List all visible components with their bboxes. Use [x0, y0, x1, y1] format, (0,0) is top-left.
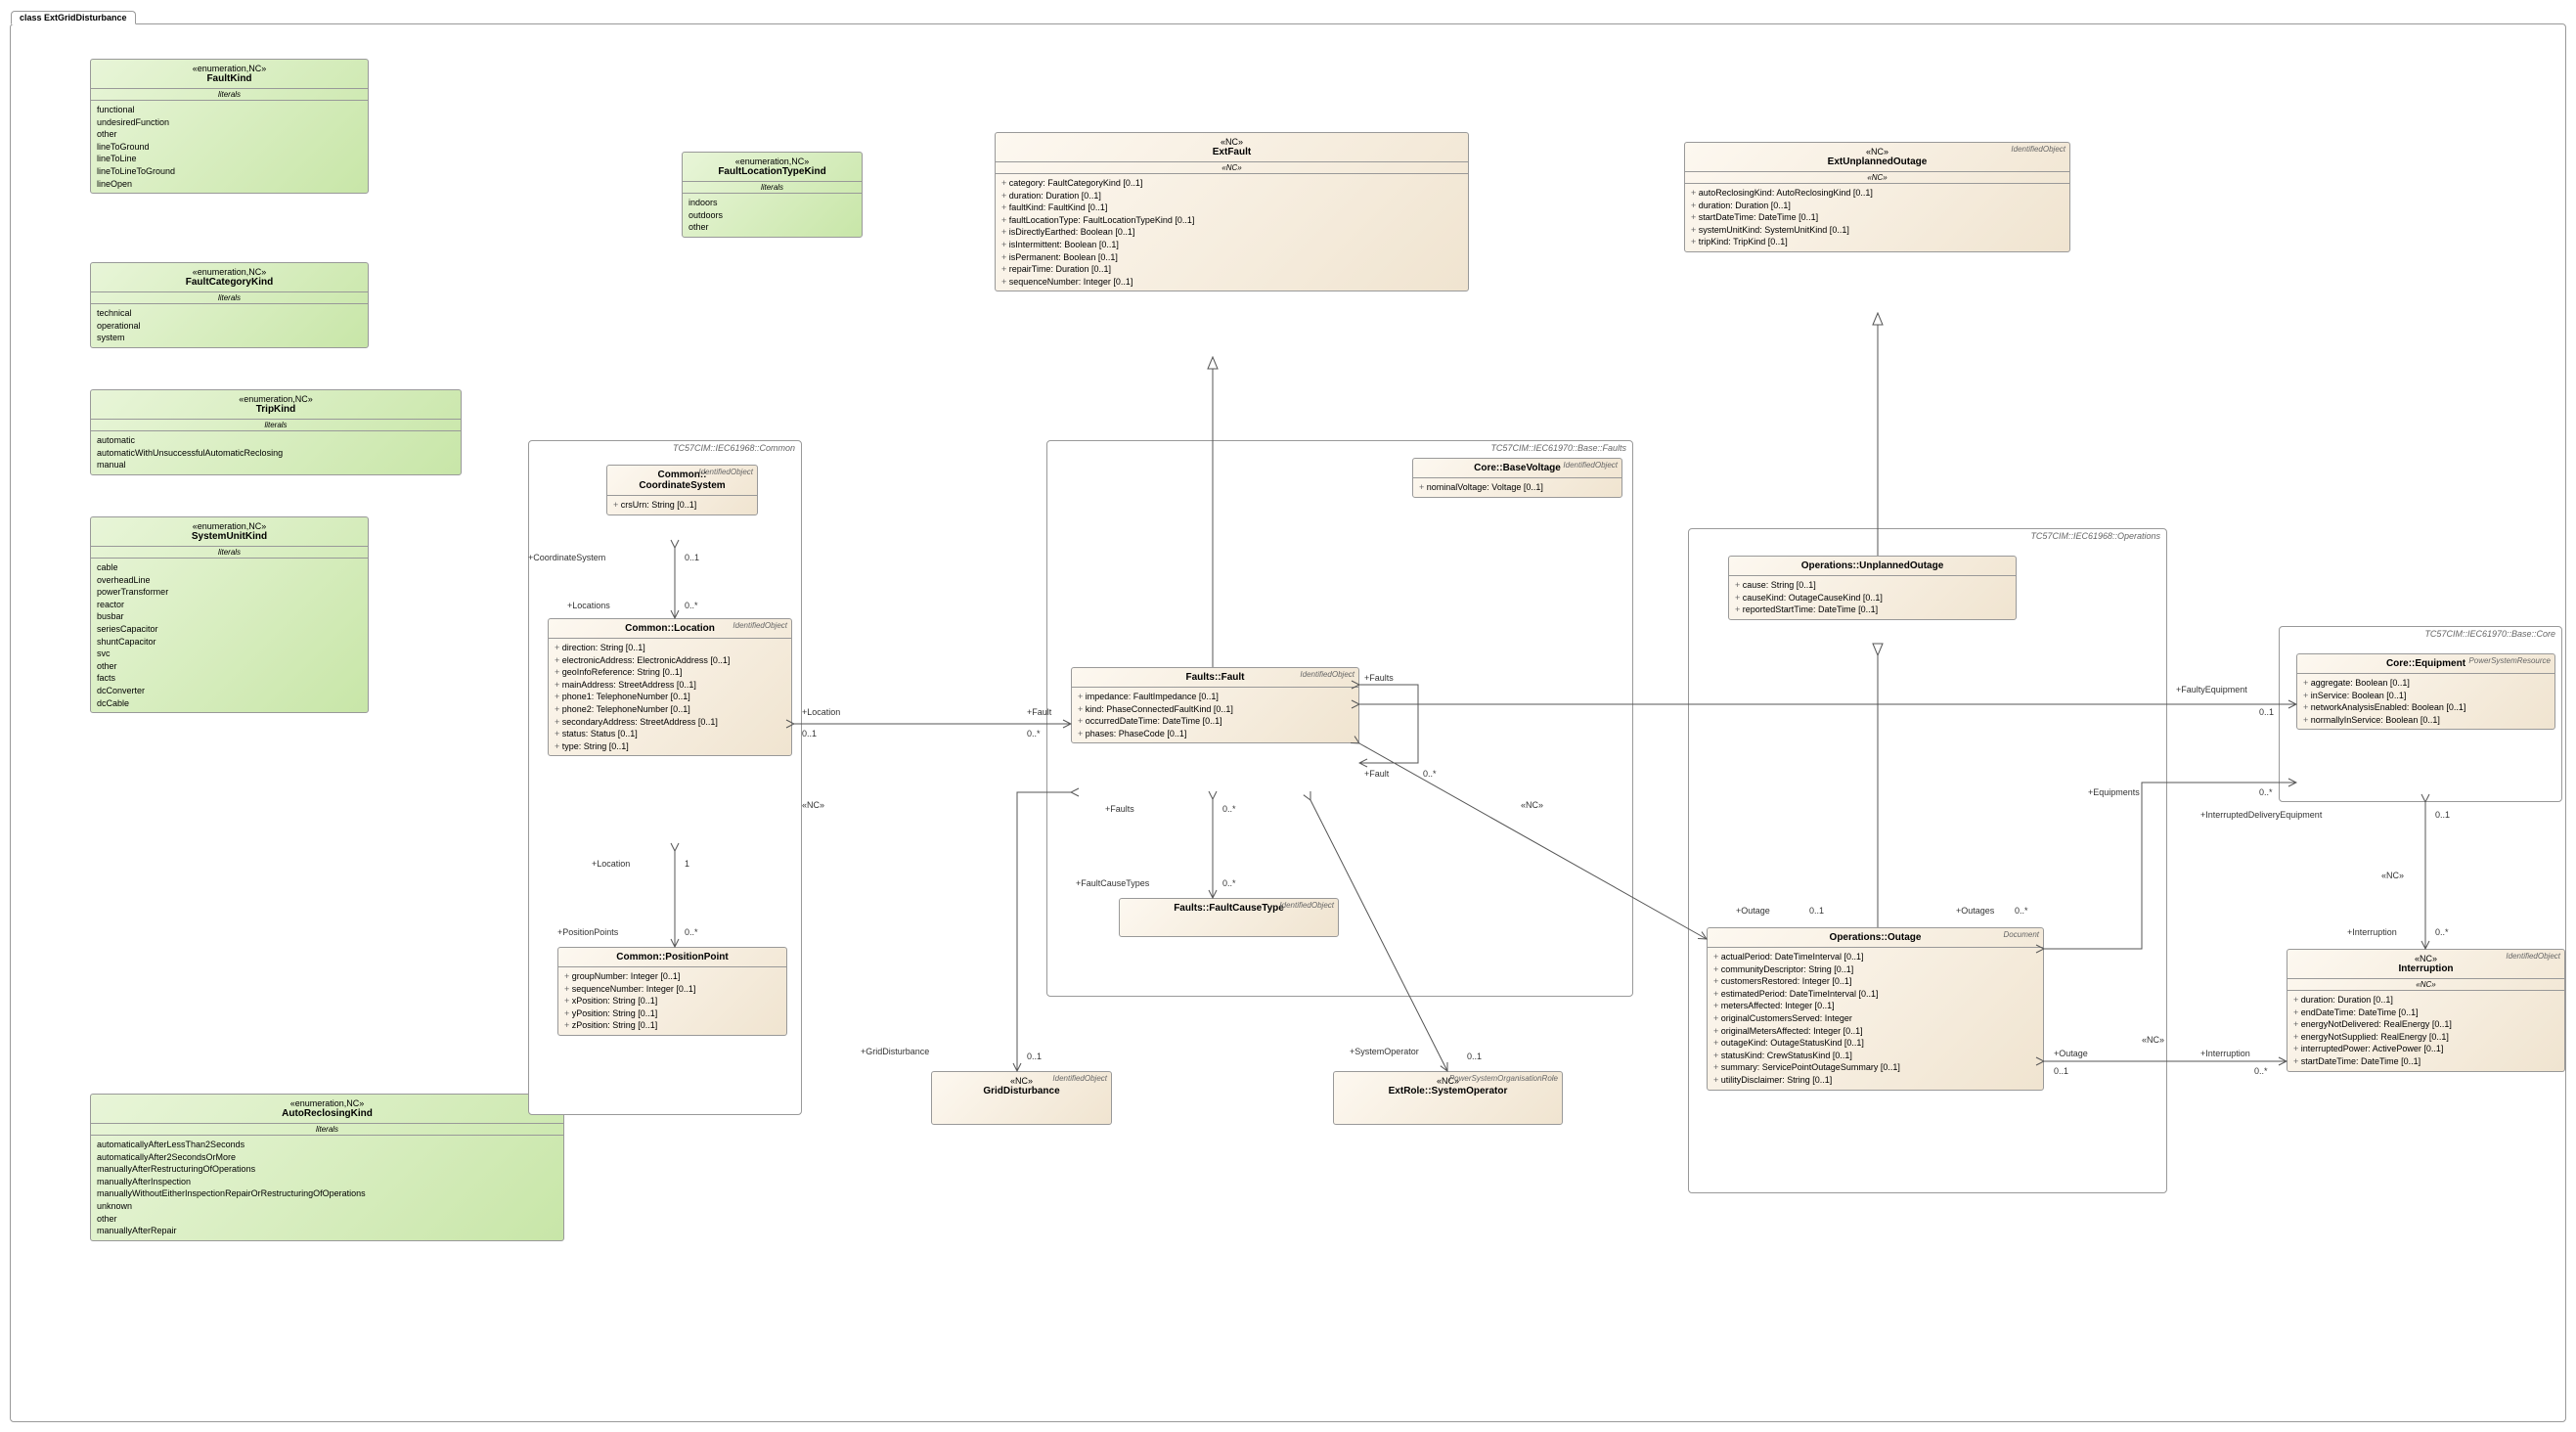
role-label: +Location — [802, 707, 840, 717]
class-CoordinateSystem[interactable]: IdentifiedObject Common:: CoordinateSyst… — [606, 465, 758, 515]
role-label: +InterruptedDeliveryEquipment — [2200, 810, 2322, 820]
mult-label: 0..1 — [2435, 810, 2450, 820]
role-label: +Location — [592, 859, 630, 869]
stereo-label: «NC» — [1521, 800, 1543, 810]
role-label: +SystemOperator — [1350, 1047, 1419, 1056]
class-Interruption[interactable]: IdentifiedObject «NC»Interruption «NC» d… — [2287, 949, 2565, 1072]
role-label: +Fault — [1027, 707, 1051, 717]
mult-label: 0..* — [2259, 787, 2273, 797]
class-FaultCauseType[interactable]: IdentifiedObject Faults::FaultCauseType — [1119, 898, 1339, 937]
enum-SystemUnitKind[interactable]: «enumeration,NC»SystemUnitKind literals … — [90, 516, 369, 713]
role-label: +Fault — [1364, 769, 1389, 779]
stereo-label: «NC» — [2381, 871, 2404, 880]
class-PositionPoint[interactable]: Common::PositionPoint groupNumber: Integ… — [557, 947, 787, 1036]
mult-label: 0..* — [685, 927, 698, 937]
mult-label: 0..* — [685, 601, 698, 610]
diagram-title: class ExtGridDisturbance — [11, 11, 136, 24]
mult-label: 0..1 — [1467, 1052, 1482, 1061]
role-label: +Equipments — [2088, 787, 2140, 797]
class-UnplannedOutage[interactable]: Operations::UnplannedOutage cause: Strin… — [1728, 556, 2017, 620]
enum-TripKind[interactable]: «enumeration,NC»TripKind literals automa… — [90, 389, 462, 475]
class-Outage[interactable]: Document Operations::Outage actualPeriod… — [1707, 927, 2044, 1091]
class-Fault[interactable]: IdentifiedObject Faults::Fault impedance… — [1071, 667, 1359, 743]
class-ExtUnplannedOutage[interactable]: IdentifiedObject «NC»ExtUnplannedOutage … — [1684, 142, 2070, 252]
class-BaseVoltage[interactable]: IdentifiedObject Core::BaseVoltage nomin… — [1412, 458, 1622, 498]
class-SystemOperator[interactable]: PowerSystemOrganisationRole «NC»ExtRole:… — [1333, 1071, 1563, 1125]
stereo-label: «NC» — [802, 800, 824, 810]
mult-label: 0..* — [2254, 1066, 2268, 1076]
role-label: +Interruption — [2347, 927, 2397, 937]
role-label: +Faults — [1105, 804, 1134, 814]
role-label: +Interruption — [2200, 1049, 2250, 1058]
enum-FaultLocationTypeKind[interactable]: «enumeration,NC»FaultLocationTypeKind li… — [682, 152, 863, 238]
mult-label: 0..1 — [802, 729, 817, 738]
mult-label: 0..1 — [2054, 1066, 2068, 1076]
enum-FaultCategoryKind[interactable]: «enumeration,NC»FaultCategoryKind litera… — [90, 262, 369, 348]
mult-label: 1 — [685, 859, 689, 869]
stereo-label: «NC» — [2142, 1035, 2164, 1045]
mult-label: 0..* — [1423, 769, 1437, 779]
role-label: +FaultCauseTypes — [1076, 878, 1149, 888]
class-ExtFault[interactable]: «NC»ExtFault «NC» category: FaultCategor… — [995, 132, 1469, 291]
class-Location[interactable]: IdentifiedObject Common::Location direct… — [548, 618, 792, 756]
mult-label: 0..* — [2435, 927, 2449, 937]
role-label: +Outage — [1736, 906, 1770, 916]
role-label: +FaultyEquipment — [2176, 685, 2247, 694]
mult-label: 0..1 — [685, 553, 699, 562]
literals: functional undesiredFunction other lineT… — [91, 101, 368, 193]
mult-label: 0..1 — [1027, 1052, 1042, 1061]
role-label: +Outages — [1956, 906, 1994, 916]
role-label: +CoordinateSystem — [528, 553, 605, 562]
role-label: +Faults — [1364, 673, 1394, 683]
class-Equipment[interactable]: PowerSystemResource Core::Equipment aggr… — [2296, 653, 2555, 730]
enum-AutoReclosingKind[interactable]: «enumeration,NC»AutoReclosingKind litera… — [90, 1094, 564, 1241]
class-GridDisturbance[interactable]: IdentifiedObject «NC»GridDisturbance — [931, 1071, 1112, 1125]
mult-label: 0..1 — [1809, 906, 1824, 916]
mult-label: 0..* — [1222, 804, 1236, 814]
role-label: +GridDisturbance — [861, 1047, 929, 1056]
mult-label: 0..* — [1222, 878, 1236, 888]
role-label: +Locations — [567, 601, 610, 610]
mult-label: 0..* — [1027, 729, 1041, 738]
mult-label: 0..* — [2015, 906, 2028, 916]
role-label: +PositionPoints — [557, 927, 618, 937]
package-Operations: TC57CIM::IEC61968::Operations — [1688, 528, 2167, 1193]
role-label: +Outage — [2054, 1049, 2088, 1058]
enum-FaultKind[interactable]: «enumeration,NC»FaultKind literals funct… — [90, 59, 369, 194]
mult-label: 0..1 — [2259, 707, 2274, 717]
